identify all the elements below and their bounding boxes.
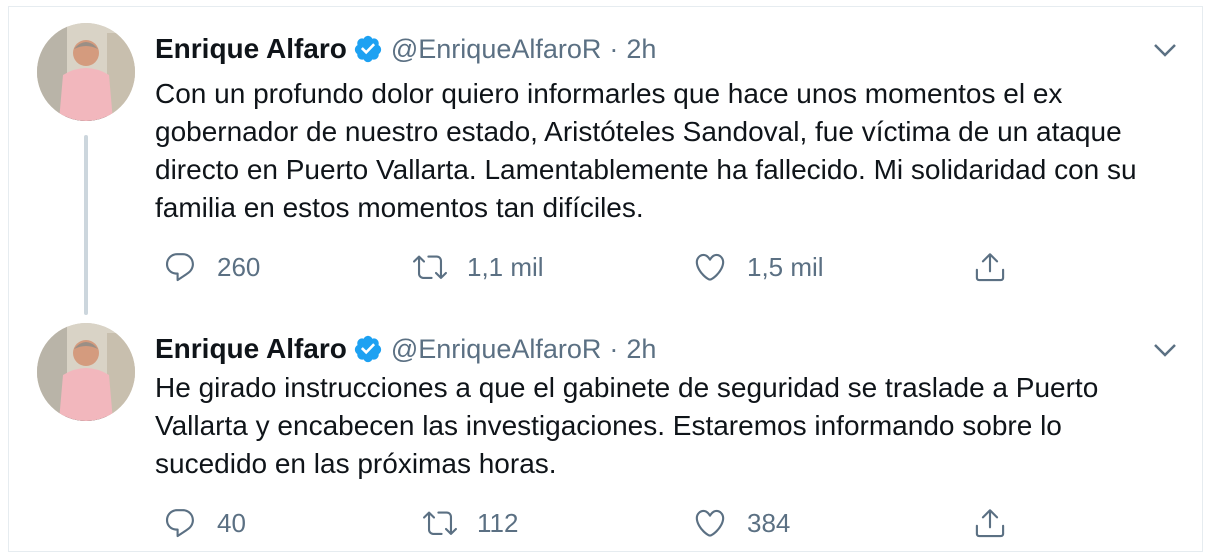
chevron-down-icon[interactable]	[1150, 335, 1180, 365]
reply-button[interactable]: 40	[163, 503, 246, 543]
author-name[interactable]: Enrique Alfaro	[155, 33, 347, 65]
reply-count: 40	[217, 507, 246, 538]
like-count: 384	[747, 507, 791, 538]
like-button[interactable]: 1,5 mil	[693, 247, 824, 287]
chevron-down-icon[interactable]	[1150, 35, 1180, 65]
reply-icon	[165, 509, 194, 538]
retweet-button[interactable]: 112	[423, 503, 518, 543]
thread-connector	[84, 135, 88, 315]
separator-dot: ·	[609, 333, 619, 364]
tweet-header: Enrique Alfaro @EnriqueAlfaroR · 2h	[155, 329, 656, 369]
share-button[interactable]	[973, 503, 1007, 543]
tweet-text: Con un profundo dolor quiero informarles…	[155, 78, 1137, 223]
avatar[interactable]	[37, 23, 135, 121]
reply-count: 260	[217, 251, 261, 282]
share-button[interactable]	[973, 247, 1007, 287]
author-handle[interactable]: @EnriqueAlfaroR	[391, 34, 602, 65]
retweet-icon	[423, 511, 457, 535]
like-count: 1,5 mil	[747, 251, 824, 282]
tweet-thread: Enrique Alfaro @EnriqueAlfaroR · 2h Con …	[8, 6, 1203, 552]
avatar[interactable]	[37, 323, 135, 421]
tweet-text: He girado instrucciones a que el gabinet…	[155, 372, 1099, 479]
tweet[interactable]: Enrique Alfaro @EnriqueAlfaroR · 2h Con …	[9, 7, 1202, 315]
verified-badge-icon	[354, 335, 381, 363]
timestamp[interactable]: 2h	[626, 334, 656, 365]
author-handle[interactable]: @EnriqueAlfaroR	[391, 334, 602, 365]
share-icon	[975, 253, 1005, 282]
reply-button[interactable]: 260	[163, 247, 260, 287]
tweet-actions: 260 1,1 mil 1,5 mil	[155, 247, 1055, 287]
retweet-count: 112	[477, 507, 519, 538]
share-icon	[975, 509, 1005, 538]
author-name[interactable]: Enrique Alfaro	[155, 333, 347, 365]
like-button[interactable]: 384	[693, 503, 790, 543]
tweet[interactable]: Enrique Alfaro @EnriqueAlfaroR · 2h He g…	[9, 307, 1202, 553]
retweet-button[interactable]: 1,1 mil	[413, 247, 544, 287]
tweet-header: Enrique Alfaro @EnriqueAlfaroR · 2h	[155, 29, 656, 69]
tweet-actions: 40 112 384	[155, 503, 1055, 543]
reply-icon	[165, 253, 194, 282]
like-icon	[695, 253, 725, 281]
retweet-icon	[413, 255, 447, 279]
retweet-count: 1,1 mil	[467, 251, 544, 282]
verified-badge-icon	[354, 35, 381, 63]
like-icon	[695, 509, 725, 537]
timestamp[interactable]: 2h	[626, 34, 656, 65]
separator-dot: ·	[609, 33, 619, 64]
